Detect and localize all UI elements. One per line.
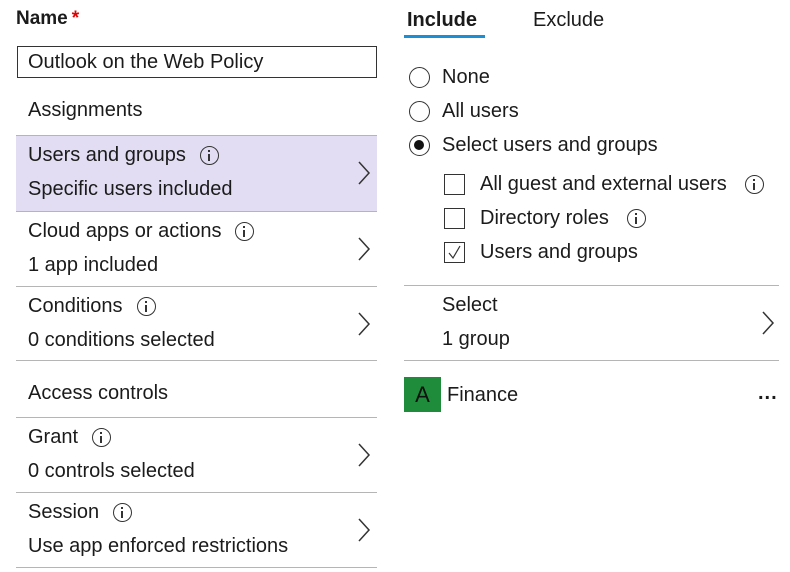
assignment-users-and-groups[interactable]: Users and groups Specific users included: [16, 135, 377, 211]
radio-select-users-and-groups[interactable]: Select users and groups: [409, 134, 658, 157]
info-icon[interactable]: [136, 297, 156, 316]
info-icon[interactable]: [92, 428, 112, 447]
info-icon[interactable]: [199, 146, 219, 165]
radio-label: Select users and groups: [442, 134, 658, 156]
select-subtitle: 1 group: [442, 328, 510, 350]
chevron-right-icon: [358, 237, 371, 261]
checkbox-directory-roles[interactable]: Directory roles: [444, 207, 646, 230]
access-control-grant[interactable]: Grant 0 controls selected: [16, 417, 377, 492]
assignment-cloud-apps[interactable]: Cloud apps or actions 1 app included: [16, 211, 377, 286]
tab-include[interactable]: Include: [407, 9, 477, 32]
checkbox-label: Users and groups: [480, 241, 638, 263]
radio-all-users[interactable]: All users: [409, 100, 519, 123]
group-name: Finance: [447, 384, 519, 406]
name-label: Name *: [16, 8, 79, 30]
access-control-title: Grant: [28, 426, 79, 448]
assignment-title: Conditions: [28, 295, 123, 317]
assignment-title: Users and groups: [28, 144, 186, 166]
checkbox-all-guest-external-users[interactable]: All guest and external users: [444, 173, 764, 196]
access-control-session[interactable]: Session Use app enforced restrictions: [16, 492, 377, 568]
access-controls-heading: Access controls: [28, 382, 169, 404]
radio-label: All users: [442, 100, 519, 122]
info-icon[interactable]: [235, 222, 255, 241]
more-options-icon[interactable]: ...: [758, 382, 778, 405]
active-tab-indicator: [404, 35, 485, 38]
radio-label: None: [442, 66, 490, 88]
info-icon[interactable]: [744, 175, 764, 194]
radio-button[interactable]: [409, 101, 430, 122]
checkbox[interactable]: [444, 208, 465, 229]
radio-button-checked[interactable]: [409, 135, 430, 156]
tab-exclude[interactable]: Exclude: [533, 9, 604, 32]
chevron-right-icon: [762, 311, 775, 335]
assignment-subtitle: 1 app included: [28, 254, 159, 276]
checkbox-label: All guest and external users: [480, 173, 727, 195]
policy-name-input[interactable]: Outlook on the Web Policy: [17, 46, 377, 78]
access-control-title: Session: [28, 501, 100, 523]
assignment-title: Cloud apps or actions: [28, 220, 222, 242]
info-icon[interactable]: [113, 503, 133, 522]
policy-name-value: Outlook on the Web Policy: [28, 51, 264, 73]
checkbox-checked[interactable]: [444, 242, 465, 263]
checkbox-label: Directory roles: [480, 207, 609, 229]
chevron-right-icon: [358, 312, 371, 336]
chevron-right-icon: [358, 161, 371, 185]
checkbox-users-and-groups[interactable]: Users and groups: [444, 241, 638, 264]
assignments-heading: Assignments: [28, 99, 143, 121]
chevron-right-icon: [358, 443, 371, 467]
assignment-subtitle: Specific users included: [28, 178, 233, 200]
info-icon[interactable]: [626, 209, 646, 228]
checkbox[interactable]: [444, 174, 465, 195]
required-marker: *: [71, 8, 80, 29]
assignment-conditions[interactable]: Conditions 0 conditions selected: [16, 286, 377, 361]
radio-none[interactable]: None: [409, 66, 490, 89]
radio-button[interactable]: [409, 67, 430, 88]
access-control-subtitle: Use app enforced restrictions: [28, 535, 289, 557]
select-title: Select: [442, 294, 498, 316]
assignment-subtitle: 0 conditions selected: [28, 329, 215, 351]
group-avatar: A: [404, 377, 441, 412]
checkmark-icon: [448, 245, 461, 260]
access-control-subtitle: 0 controls selected: [28, 460, 195, 482]
name-label-text: Name: [16, 8, 68, 29]
select-users-row[interactable]: Select 1 group: [404, 285, 779, 361]
chevron-right-icon: [358, 518, 371, 542]
